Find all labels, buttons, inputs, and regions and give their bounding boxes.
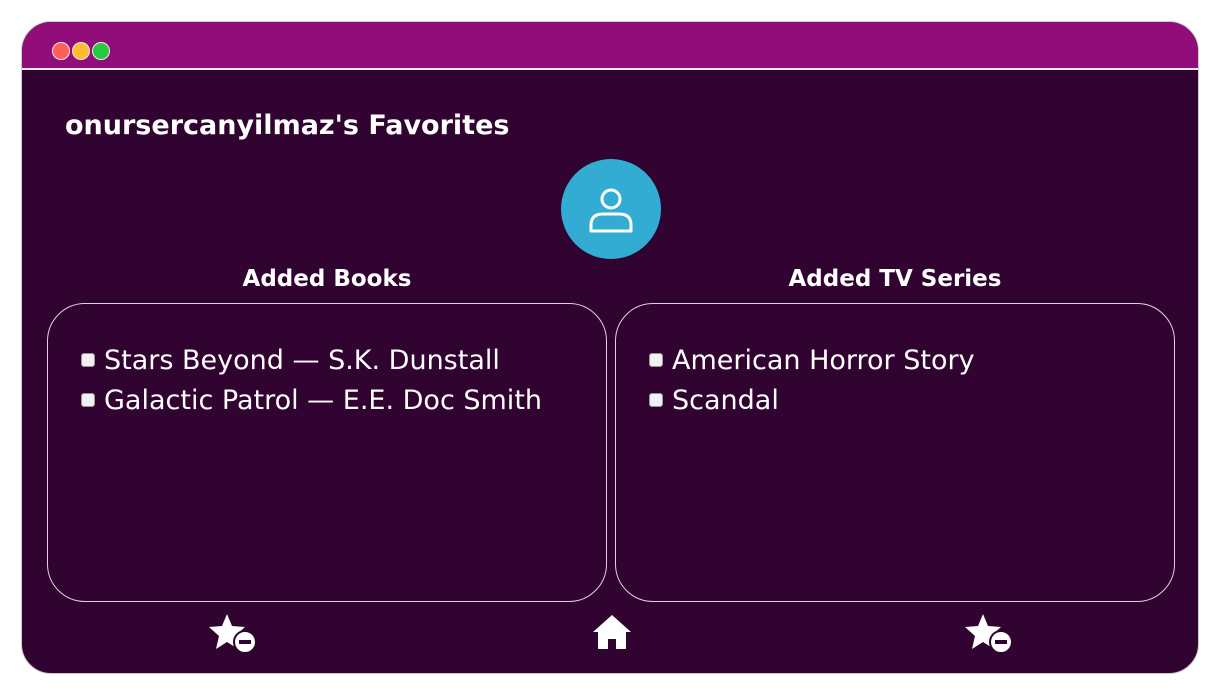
home-icon (593, 615, 631, 649)
item-checkbox[interactable] (649, 353, 663, 367)
page-title: onursercanyilmaz's Favorites (65, 110, 510, 141)
books-list-panel: Stars Beyond — S.K. Dunstall Galactic Pa… (47, 303, 607, 602)
item-label: Galactic Patrol — E.E. Doc Smith (104, 384, 543, 416)
app-window: onursercanyilmaz's Favorites Added Books… (21, 21, 1199, 674)
maximize-window-button[interactable] (92, 42, 110, 60)
item-checkbox[interactable] (81, 353, 95, 367)
books-section-title: Added Books (242, 266, 412, 292)
item-label: American Horror Story (672, 344, 975, 376)
user-icon (589, 188, 633, 233)
title-bar (22, 22, 1198, 70)
list-item: American Horror Story (649, 340, 1174, 380)
item-checkbox[interactable] (649, 393, 663, 407)
remove-books-button[interactable] (208, 612, 258, 660)
star-remove-icon (965, 614, 1013, 654)
item-label: Scandal (672, 384, 779, 416)
minimize-window-button[interactable] (72, 42, 90, 60)
tv-list-panel: American Horror Story Scandal (615, 303, 1175, 602)
list-item: Stars Beyond — S.K. Dunstall (81, 340, 606, 380)
list-item: Galactic Patrol — E.E. Doc Smith (81, 380, 606, 420)
home-button[interactable] (590, 612, 634, 656)
close-window-button[interactable] (52, 42, 70, 60)
item-checkbox[interactable] (81, 393, 95, 407)
tv-section-title: Added TV Series (788, 266, 1002, 292)
avatar[interactable] (561, 159, 661, 259)
star-remove-icon (209, 614, 257, 654)
item-label: Stars Beyond — S.K. Dunstall (104, 344, 500, 376)
remove-tv-button[interactable] (964, 612, 1014, 660)
list-item: Scandal (649, 380, 1174, 420)
